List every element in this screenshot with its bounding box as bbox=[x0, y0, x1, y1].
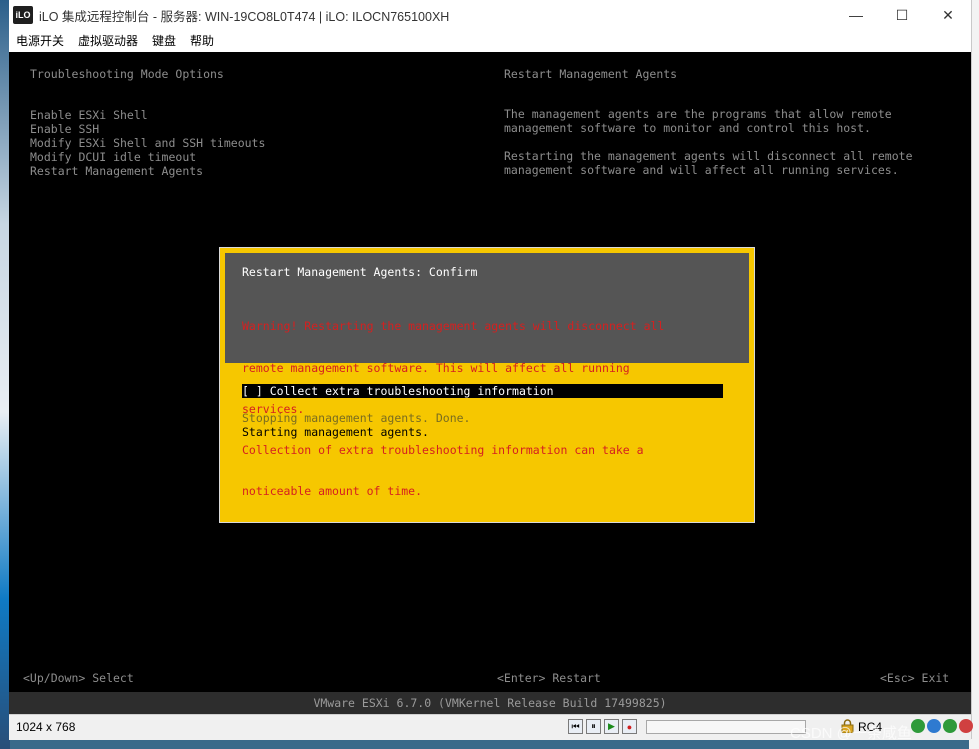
health-status-icon bbox=[927, 719, 941, 733]
remote-console-screen[interactable]: Troubleshooting Mode Options Restart Man… bbox=[9, 52, 971, 714]
alert-status-icon bbox=[959, 719, 973, 733]
ilo-console-window: iLO iLO 集成远程控制台 - 服务器: WIN-19CO8L0T474 |… bbox=[9, 0, 973, 740]
warning-line: noticeable amount of time. bbox=[242, 483, 423, 498]
option-enable-esxi-shell[interactable]: Enable ESXi Shell bbox=[30, 108, 148, 122]
confirm-dialog: Restart Management Agents: Confirm Warni… bbox=[219, 247, 755, 523]
footer-select-hint: <Up/Down> Select bbox=[23, 671, 134, 685]
option-enable-ssh[interactable]: Enable SSH bbox=[30, 122, 99, 136]
menu-virtual-drives[interactable]: 虚拟驱动器 bbox=[71, 30, 145, 52]
pause-icon[interactable]: ⏸ bbox=[586, 719, 601, 734]
status-starting: Starting management agents. bbox=[242, 425, 429, 439]
right-pane-header: Restart Management Agents bbox=[504, 67, 678, 81]
skip-back-icon[interactable]: ⏮ bbox=[568, 719, 583, 734]
ilo-app-icon: iLO bbox=[13, 6, 33, 24]
resolution-label: 1024 x 768 bbox=[16, 720, 76, 734]
warning-line: Warning! Restarting the management agent… bbox=[242, 319, 665, 334]
close-button[interactable]: ✕ bbox=[925, 0, 971, 30]
record-icon[interactable]: ● bbox=[622, 719, 637, 734]
menu-power-switch[interactable]: 电源开关 bbox=[9, 30, 71, 52]
left-pane-header: Troubleshooting Mode Options bbox=[30, 67, 224, 81]
play-icon[interactable]: ▶ bbox=[604, 719, 619, 734]
title-bar[interactable]: iLO iLO 集成远程控制台 - 服务器: WIN-19CO8L0T474 |… bbox=[9, 0, 971, 30]
description-line: Restarting the management agents will di… bbox=[504, 149, 913, 163]
description-line: management software to monitor and contr… bbox=[504, 121, 871, 135]
playback-progress-bar[interactable] bbox=[646, 720, 806, 734]
warning-line: Collection of extra troubleshooting info… bbox=[242, 442, 644, 457]
power-status-icon bbox=[943, 719, 957, 733]
window-controls: — ☐ ✕ bbox=[833, 0, 971, 30]
maximize-button[interactable]: ☐ bbox=[879, 0, 925, 30]
option-modify-timeouts[interactable]: Modify ESXi Shell and SSH timeouts bbox=[30, 136, 265, 150]
network-status-icon bbox=[911, 719, 925, 733]
collect-troubleshooting-checkbox[interactable]: [ ] Collect extra troubleshooting inform… bbox=[242, 384, 723, 398]
menu-help[interactable]: 帮助 bbox=[183, 30, 221, 52]
vmware-version-bar: VMware ESXi 6.7.0 (VMKernel Release Buil… bbox=[9, 692, 971, 714]
warning-text: Warning! Restarting the management agent… bbox=[242, 293, 737, 526]
window-title: iLO 集成远程控制台 - 服务器: WIN-19CO8L0T474 | iLO… bbox=[39, 9, 450, 24]
option-restart-management-agents[interactable]: Restart Management Agents bbox=[30, 164, 203, 178]
footer-restart-hint: <Enter> Restart bbox=[497, 671, 601, 685]
csdn-watermark: CSDN @一条咸鱼 bbox=[790, 725, 912, 742]
status-stopping: Stopping management agents. Done. bbox=[242, 411, 471, 425]
description-line: management software and will affect all … bbox=[504, 163, 899, 177]
dialog-title: Restart Management Agents: Confirm bbox=[242, 265, 478, 279]
description-line: The management agents are the programs t… bbox=[504, 107, 892, 121]
menu-keyboard[interactable]: 键盘 bbox=[145, 30, 183, 52]
warning-line: remote management software. This will af… bbox=[242, 360, 630, 375]
minimize-button[interactable]: — bbox=[833, 0, 879, 30]
dialog-header-panel: Restart Management Agents: Confirm Warni… bbox=[225, 253, 749, 498]
menu-bar: 电源开关 虚拟驱动器 键盘 帮助 bbox=[9, 30, 971, 52]
connection-status-icons bbox=[911, 719, 973, 733]
footer-exit-hint: <Esc> Exit bbox=[880, 671, 950, 685]
option-modify-dcui-timeout[interactable]: Modify DCUI idle timeout bbox=[30, 150, 196, 164]
